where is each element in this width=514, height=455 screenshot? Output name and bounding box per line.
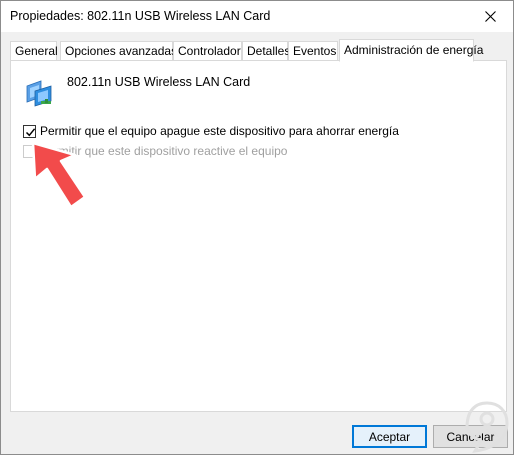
allow-power-off-option[interactable]: Permitir que el equipo apague este dispo… [23,123,399,139]
ok-button[interactable]: Aceptar [352,425,427,448]
allow-wake-label: Permitir que este dispositivo reactive e… [40,144,288,158]
tab-driver[interactable]: Controlador [173,41,242,61]
title-bar: Propiedades: 802.11n USB Wireless LAN Ca… [1,1,513,32]
close-button[interactable] [467,1,513,32]
window-title: Propiedades: 802.11n USB Wireless LAN Ca… [10,9,271,23]
tab-panel-power-management: 802.11n USB Wireless LAN Card Permitir q… [10,60,507,412]
allow-power-off-label: Permitir que el equipo apague este dispo… [40,124,399,138]
tab-events[interactable]: Eventos [288,41,338,61]
allow-wake-option: Permitir que este dispositivo reactive e… [23,143,287,159]
properties-dialog: Propiedades: 802.11n USB Wireless LAN Ca… [0,0,514,455]
tab-advanced-options[interactable]: Opciones avanzadas [60,41,177,61]
allow-power-off-checkbox[interactable] [23,124,36,138]
tab-strip: General Opciones avanzadas Controlador D… [10,39,510,62]
device-name: 802.11n USB Wireless LAN Card [67,75,251,89]
allow-wake-checkbox [23,144,36,158]
tab-general[interactable]: General [10,41,58,61]
tab-power-management[interactable]: Administración de energía [339,39,483,62]
checkmark-icon [25,127,36,136]
close-icon [484,11,496,22]
cancel-button[interactable]: Cancelar [433,425,508,448]
tab-details[interactable]: Detalles [242,41,290,61]
network-adapter-icon [26,80,52,107]
